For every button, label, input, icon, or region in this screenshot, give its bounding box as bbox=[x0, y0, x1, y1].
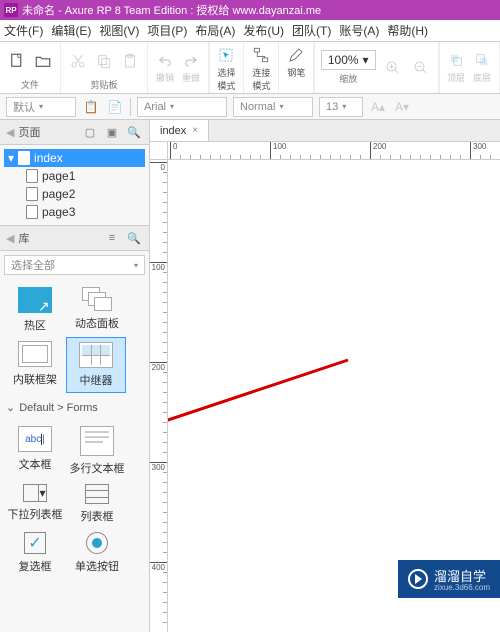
ruler-vertical: 0100200300400 bbox=[150, 160, 168, 632]
send-back-button[interactable]: 底层 bbox=[471, 49, 493, 86]
page-icon bbox=[26, 169, 38, 183]
pages-panel-header: ◀页面 ▢ ▣ 🔍 bbox=[0, 120, 149, 145]
menu-publish[interactable]: 发布(U) bbox=[243, 22, 284, 39]
library-tab-label[interactable]: 库 bbox=[18, 230, 29, 246]
zoom-in-button[interactable] bbox=[382, 57, 404, 79]
repeater-icon bbox=[79, 342, 113, 368]
menu-file[interactable]: 文件(F) bbox=[4, 22, 43, 39]
textarea-icon bbox=[80, 426, 114, 456]
forms-group-header[interactable]: ⌄ Default > Forms bbox=[0, 397, 149, 418]
library-menu-button[interactable]: ≡ bbox=[103, 229, 121, 247]
page-tree-item[interactable]: page2 bbox=[4, 185, 145, 203]
canvas[interactable]: 溜溜自学 zixue.3d66.com bbox=[168, 160, 500, 632]
new-file-button[interactable] bbox=[6, 50, 28, 72]
hotzone-icon bbox=[18, 287, 52, 313]
font-weight-dropdown[interactable]: Normal▾ bbox=[233, 97, 313, 117]
library-search-button[interactable]: 🔍 bbox=[125, 229, 143, 247]
radio-icon bbox=[86, 532, 108, 554]
canvas-tab-index[interactable]: index × bbox=[150, 120, 209, 141]
close-tab-button[interactable]: × bbox=[192, 125, 198, 136]
file-group-label: 文件 bbox=[21, 78, 39, 91]
textfield-icon: abc| bbox=[18, 426, 52, 452]
increase-font-button[interactable]: A▴ bbox=[369, 98, 387, 116]
menu-account[interactable]: 账号(A) bbox=[339, 22, 379, 39]
play-icon bbox=[408, 569, 428, 589]
main-toolbar: 文件 剪贴板 撤销 重做 选择模式 连接模式 bbox=[0, 42, 500, 94]
menu-help[interactable]: 帮助(H) bbox=[387, 22, 428, 39]
listbox-icon bbox=[85, 484, 109, 504]
redo-button[interactable]: 重做 bbox=[180, 49, 202, 86]
widget-dynamic-panel[interactable]: 动态面板 bbox=[66, 283, 128, 337]
library-grid-forms: abc| 文本框 多行文本框 ▾ 下拉列表框 列 bbox=[0, 418, 149, 582]
widget-hotzone[interactable]: 热区 bbox=[4, 283, 66, 337]
widget-repeater[interactable]: 中继器 bbox=[66, 337, 126, 393]
widget-listbox[interactable]: 列表框 bbox=[66, 480, 128, 528]
left-panel: ◀页面 ▢ ▣ 🔍 ▾ index page1 page2 page3 ◀库 ≡ bbox=[0, 120, 150, 632]
menu-arrange[interactable]: 布局(A) bbox=[195, 22, 235, 39]
zoom-label: 缩放 bbox=[339, 72, 357, 85]
font-size-dropdown[interactable]: 13▾ bbox=[319, 97, 363, 117]
font-dropdown[interactable]: Arial▾ bbox=[137, 97, 227, 117]
pages-tab-label[interactable]: 页面 bbox=[18, 124, 40, 140]
window-title: 未命名 - Axure RP 8 Team Edition : 授权给 www.… bbox=[22, 2, 321, 18]
copy-style-button[interactable]: 📋 bbox=[82, 98, 100, 116]
chevron-down-icon: ⌄ bbox=[6, 401, 15, 414]
watermark: 溜溜自学 zixue.3d66.com bbox=[398, 560, 500, 598]
menu-bar: 文件(F) 编辑(E) 视图(V) 项目(P) 布局(A) 发布(U) 团队(T… bbox=[0, 20, 500, 42]
widget-droplist[interactable]: ▾ 下拉列表框 bbox=[4, 480, 66, 528]
pen-tool-button[interactable]: 钢笔 bbox=[285, 44, 307, 81]
style-preset-dropdown[interactable]: 默认▾ bbox=[6, 97, 76, 117]
ruler-corner bbox=[150, 142, 168, 160]
menu-edit[interactable]: 编辑(E) bbox=[51, 22, 91, 39]
bring-front-button[interactable]: 顶层 bbox=[445, 49, 467, 86]
page-tree: ▾ index page1 page2 page3 bbox=[0, 145, 149, 225]
page-icon bbox=[26, 187, 38, 201]
chevron-down-icon: ▾ bbox=[363, 53, 369, 67]
widget-textfield[interactable]: abc| 文本框 bbox=[4, 422, 66, 480]
widget-checkbox[interactable]: ✓ 复选框 bbox=[4, 528, 66, 578]
page-icon bbox=[26, 205, 38, 219]
collapse-icon: ▾ bbox=[8, 151, 14, 165]
canvas-area: index × 0100200300400 0100200300400 溜溜自学 bbox=[150, 120, 500, 632]
title-bar: RP 未命名 - Axure RP 8 Team Edition : 授权给 w… bbox=[0, 0, 500, 20]
open-folder-button[interactable] bbox=[32, 50, 54, 72]
page-tree-item[interactable]: page1 bbox=[4, 167, 145, 185]
library-grid-top: 热区 动态面板 内联框架 中继器 bbox=[0, 279, 149, 397]
search-pages-button[interactable]: 🔍 bbox=[125, 123, 143, 141]
paste-button[interactable] bbox=[119, 50, 141, 72]
menu-view[interactable]: 视图(V) bbox=[99, 22, 139, 39]
clipboard-group-label: 剪贴板 bbox=[90, 78, 117, 91]
droplist-icon: ▾ bbox=[23, 484, 47, 502]
copy-button[interactable] bbox=[93, 50, 115, 72]
canvas-tabs: index × bbox=[150, 120, 500, 142]
widget-radio[interactable]: 单选按钮 bbox=[66, 528, 128, 578]
annotation-arrow bbox=[168, 350, 358, 470]
zoom-input[interactable]: 100%▾ bbox=[321, 50, 376, 70]
checkbox-icon: ✓ bbox=[24, 532, 46, 554]
ruler-horizontal: 0100200300400 bbox=[168, 142, 500, 160]
page-tree-item[interactable]: page3 bbox=[4, 203, 145, 221]
menu-project[interactable]: 项目(P) bbox=[147, 22, 187, 39]
widget-textarea[interactable]: 多行文本框 bbox=[66, 422, 128, 480]
undo-button[interactable]: 撤销 bbox=[154, 49, 176, 86]
zoom-out-button[interactable] bbox=[410, 57, 432, 79]
inline-frame-icon bbox=[18, 341, 52, 367]
add-page-button[interactable]: ▢ bbox=[81, 123, 99, 141]
menu-team[interactable]: 团队(T) bbox=[292, 22, 331, 39]
add-folder-button[interactable]: ▣ bbox=[103, 123, 121, 141]
widget-inline-frame[interactable]: 内联框架 bbox=[4, 337, 66, 393]
decrease-font-button[interactable]: A▾ bbox=[393, 98, 411, 116]
paste-style-button[interactable]: 📄 bbox=[106, 98, 124, 116]
style-toolbar: 默认▾ 📋 📄 Arial▾ Normal▾ 13▾ A▴ A▾ bbox=[0, 94, 500, 120]
app-icon: RP bbox=[4, 3, 18, 17]
cut-button[interactable] bbox=[67, 50, 89, 72]
dynamic-panel-icon bbox=[82, 287, 112, 311]
library-panel-header: ◀库 ≡ 🔍 bbox=[0, 226, 149, 251]
select-mode-button[interactable]: 选择模式 bbox=[215, 44, 237, 94]
connect-mode-button[interactable]: 连接模式 bbox=[250, 44, 272, 94]
page-tree-root[interactable]: ▾ index bbox=[4, 149, 145, 167]
page-icon bbox=[18, 151, 30, 165]
library-select-dropdown[interactable]: 选择全部▾ bbox=[4, 255, 145, 275]
